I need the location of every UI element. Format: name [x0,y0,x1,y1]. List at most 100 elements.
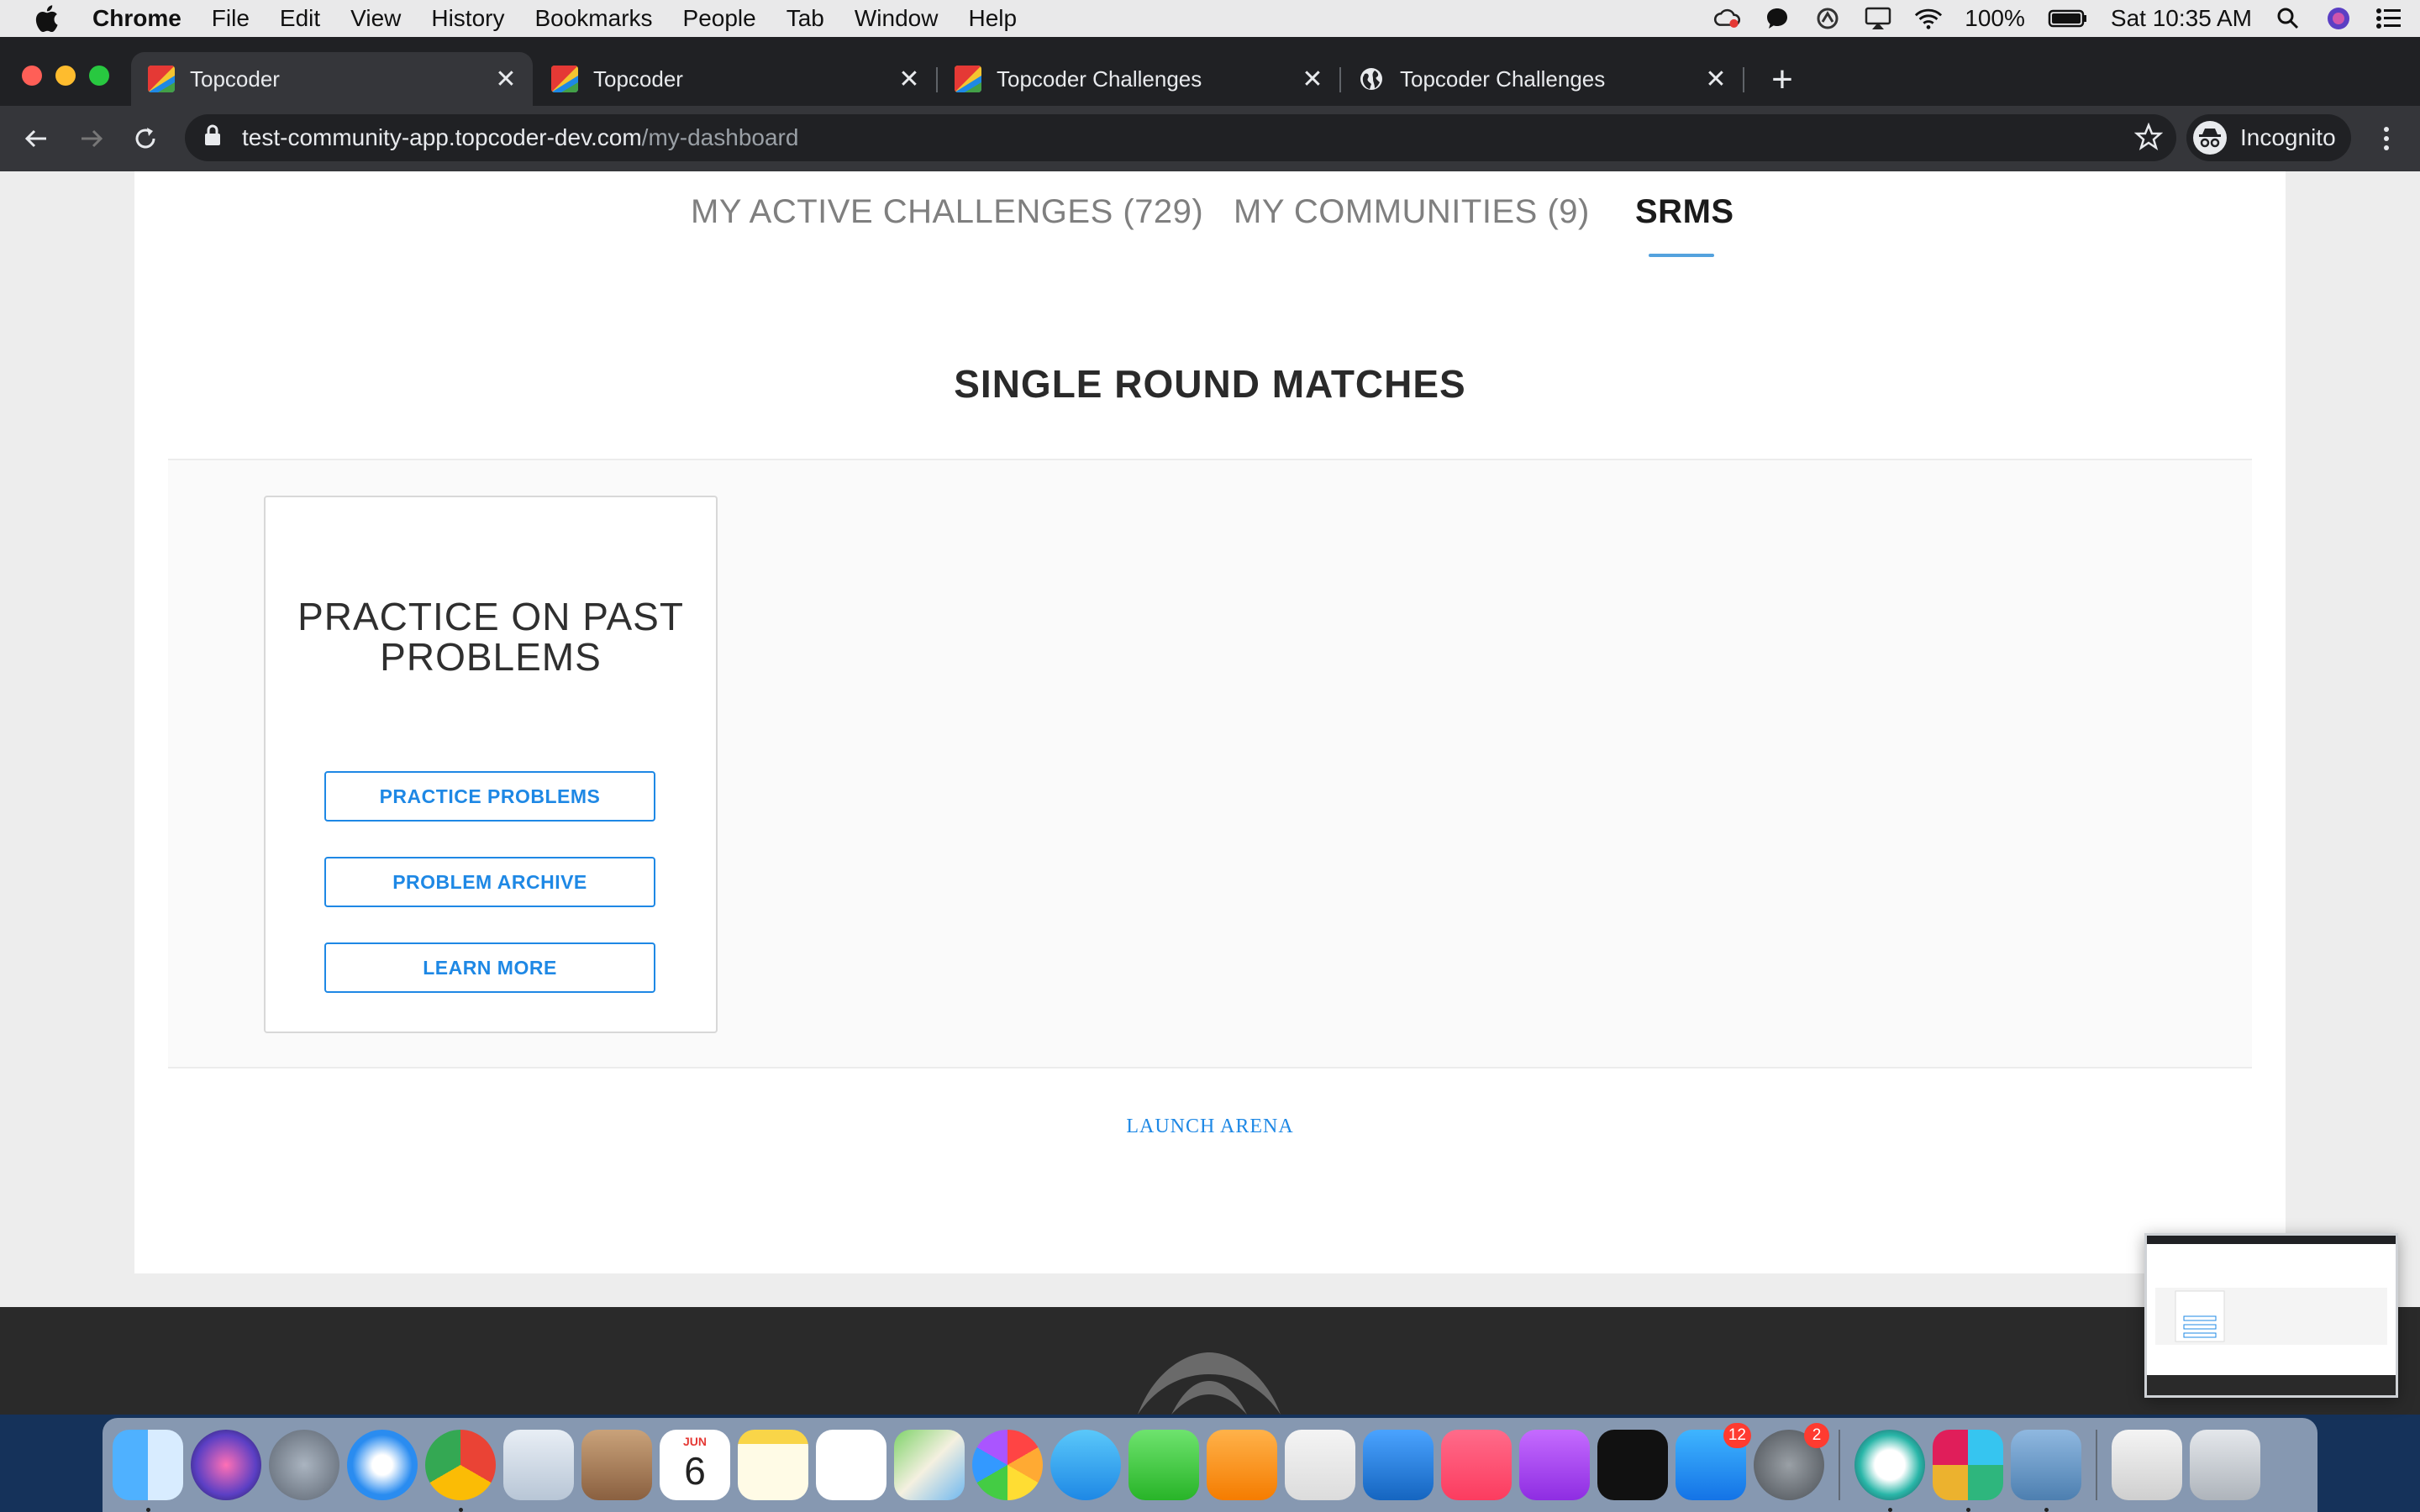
practice-problems-button[interactable]: PRACTICE PROBLEMS [324,771,655,822]
chrome-icon[interactable] [425,1430,496,1512]
calendar-day: 6 [684,1449,706,1493]
bookmark-star-icon[interactable] [2133,122,2164,157]
contacts-icon[interactable] [581,1430,652,1500]
dashboard-tabs: MY ACTIVE CHALLENGES (729) MY COMMUNITIE… [134,171,2286,272]
tab-my-active-challenges[interactable]: MY ACTIVE CHALLENGES (729) [691,193,1203,231]
notes-icon[interactable] [738,1430,808,1500]
menu-people[interactable]: People [668,5,771,32]
maps-icon[interactable] [894,1430,965,1500]
chrome-menu-icon[interactable] [2370,119,2403,158]
downloads-stack-icon[interactable] [2112,1430,2182,1500]
launch-arena-link[interactable]: LAUNCH ARENA [134,1116,2286,1138]
safari-icon[interactable] [347,1430,418,1500]
zoom-window-button[interactable] [89,66,109,86]
new-tab-button[interactable]: + [1761,59,1803,101]
menu-clock[interactable]: Sat 10:35 AM [2111,5,2252,32]
screenshot-thumbnail-preview[interactable] [2144,1233,2398,1398]
siri-icon[interactable] [2324,6,2353,31]
srm-content-area: PRACTICE ON PAST PROBLEMS PRACTICE PROBL… [168,459,2252,1068]
numbers-icon[interactable] [1285,1430,1355,1500]
chat-bubble-icon[interactable] [1763,6,1791,31]
pages-icon[interactable] [1207,1430,1277,1500]
airplay-icon[interactable] [1864,6,1892,31]
menu-view[interactable]: View [335,5,416,32]
battery-icon[interactable] [2047,6,2089,31]
browser-window: Topcoder ✕ Topcoder ✕ Topcoder Challenge… [0,37,2420,171]
macos-menu-bar: Chrome File Edit View History Bookmarks … [0,0,2420,37]
calendar-icon[interactable]: JUN 6 [660,1430,730,1500]
close-tab-icon[interactable]: ✕ [892,65,926,94]
address-bar[interactable]: test-community-app.topcoder-dev.com/my-d… [185,114,2176,161]
close-tab-icon[interactable]: ✕ [1296,65,1329,94]
forward-button[interactable] [72,119,111,158]
apple-menu-icon[interactable] [0,4,92,33]
browser-tab-2[interactable]: Topcoder ✕ [534,52,936,106]
browser-toolbar: test-community-app.topcoder-dev.com/my-d… [0,106,2420,171]
minimize-window-button[interactable] [55,66,76,86]
spotlight-search-icon[interactable] [2274,6,2302,31]
dock-separator [1839,1430,1840,1500]
incognito-profile-button[interactable]: Incognito [2186,114,2351,161]
calendar-month: JUN [682,1435,707,1448]
url-text[interactable]: test-community-app.topcoder-dev.com/my-d… [242,124,798,151]
tab-strip: Topcoder ✕ Topcoder ✕ Topcoder Challenge… [0,37,2420,106]
app-store-icon[interactable]: 12 [1676,1423,1751,1500]
menu-file[interactable]: File [197,5,265,32]
browser-tab-4[interactable]: Topcoder Challenges ✕ [1341,52,1743,106]
browser-tab-1[interactable]: Topcoder ✕ [131,52,533,106]
mail-icon[interactable] [503,1430,574,1500]
finder-icon[interactable] [113,1430,183,1512]
topcoder-favicon-icon [148,66,175,92]
preview-icon[interactable] [2011,1430,2081,1512]
battery-percent: 100% [1965,5,2025,31]
dashboard-panel: MY ACTIVE CHALLENGES (729) MY COMMUNITIE… [134,171,2286,1273]
menu-tab[interactable]: Tab [771,5,839,32]
facetime-icon[interactable] [1128,1430,1199,1500]
siri-app-icon[interactable] [191,1430,261,1500]
tab-separator [1743,67,1744,92]
keynote-icon[interactable] [1363,1430,1434,1500]
practice-card-title: PRACTICE ON PAST PROBLEMS [266,596,716,677]
notification-center-icon[interactable] [2375,6,2403,31]
screen-recorder-icon[interactable] [1854,1430,1925,1512]
menu-bookmarks[interactable]: Bookmarks [519,5,667,32]
slack-icon[interactable] [1933,1430,2003,1512]
menu-app-name[interactable]: Chrome [92,5,197,32]
incognito-label: Incognito [2240,124,2336,150]
learn-more-button[interactable]: LEARN MORE [324,942,655,993]
url-host: test-community-app.topcoder-dev.com [242,124,642,150]
wifi-icon[interactable] [1914,6,1943,31]
sync-icon[interactable] [1813,6,1842,31]
close-window-button[interactable] [22,66,42,86]
macos-dock: JUN 6 12 2 [103,1418,2317,1512]
url-path: /my-dashboard [641,124,799,150]
launchpad-icon[interactable] [269,1430,339,1500]
close-tab-icon[interactable]: ✕ [1699,65,1733,94]
topcoder-favicon-icon [551,66,578,92]
tab-srms[interactable]: SRMS [1635,193,1734,231]
system-preferences-icon[interactable]: 2 [1754,1423,1829,1500]
reminders-icon[interactable] [816,1430,886,1500]
tab-title: Topcoder Challenges [1400,66,1606,92]
menu-edit[interactable]: Edit [265,5,335,32]
problem-archive-button[interactable]: PROBLEM ARCHIVE [324,857,655,907]
photos-icon[interactable] [972,1430,1043,1500]
messages-icon[interactable] [1050,1430,1121,1500]
menu-history[interactable]: History [416,5,519,32]
section-title: SINGLE ROUND MATCHES [954,362,1466,406]
creative-cloud-icon[interactable] [1712,6,1741,31]
reload-button[interactable] [126,119,165,158]
browser-tab-3[interactable]: Topcoder Challenges ✕ [938,52,1339,106]
back-button[interactable] [17,119,55,158]
apple-tv-icon[interactable] [1597,1430,1668,1500]
lock-icon[interactable] [203,123,229,153]
music-icon[interactable] [1441,1430,1512,1500]
trash-icon[interactable] [2190,1430,2260,1500]
menu-window[interactable]: Window [839,5,954,32]
window-controls [22,66,109,86]
close-tab-icon[interactable]: ✕ [489,65,523,94]
app-store-badge: 12 [1723,1423,1751,1448]
tab-my-communities[interactable]: MY COMMUNITIES (9) [1234,193,1590,231]
menu-help[interactable]: Help [953,5,1032,32]
podcasts-icon[interactable] [1519,1430,1590,1500]
